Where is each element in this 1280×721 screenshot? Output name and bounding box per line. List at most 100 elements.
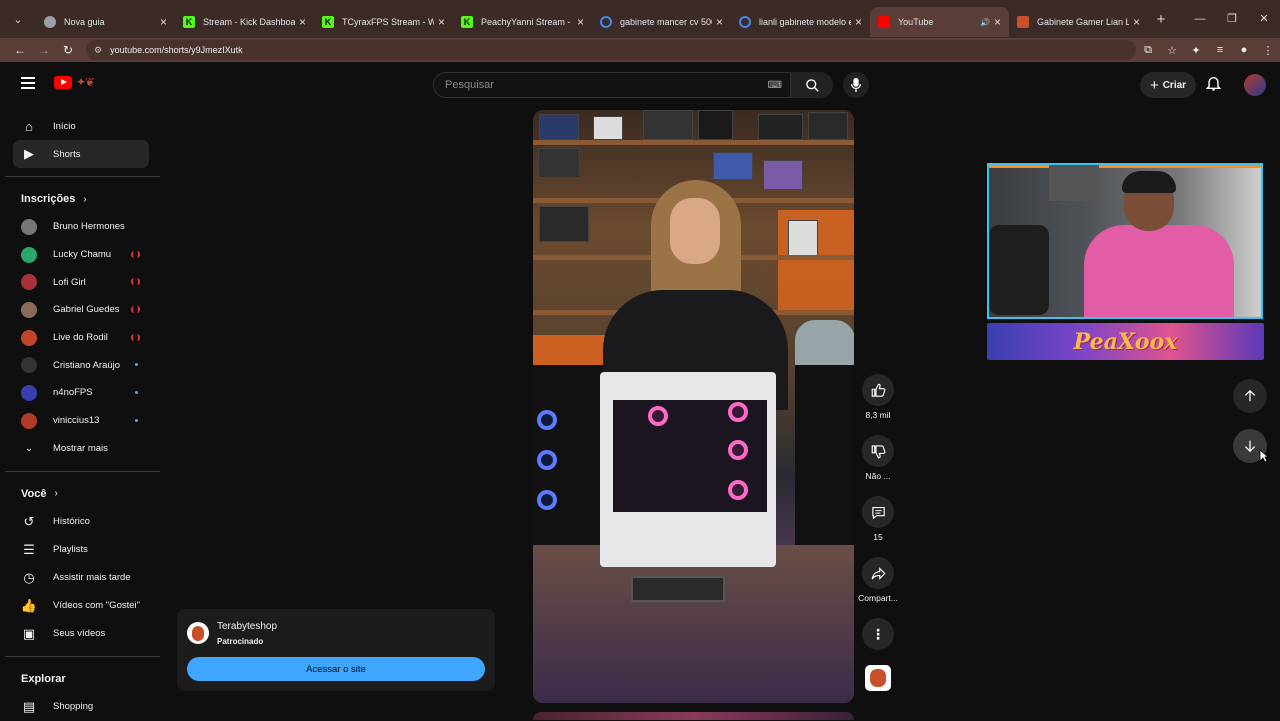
close-tab-icon[interactable]: × [438,15,445,29]
tab-nova-guia[interactable]: Nova guia × [36,7,175,37]
comments-button[interactable] [862,496,894,528]
share-button[interactable] [862,557,894,589]
google-icon [600,16,612,28]
bag-icon: ▤ [22,698,36,714]
sidebar-item-label: Shorts [53,148,81,160]
tab-peachyyanni-stream-wa[interactable]: K PeachyYanni Stream - Wa × [453,7,592,37]
sidebar-item-seus-videos[interactable]: ▣ Seus vídeos [5,620,154,648]
account-avatar[interactable] [1244,74,1266,96]
youtube-logo[interactable] [54,76,72,89]
fan [537,410,557,430]
tab-search-button[interactable]: ⌄ [0,0,36,38]
site-info-icon[interactable]: ⚙ [94,45,102,56]
menu-icon[interactable] [21,77,35,91]
subscription-live-do-rodil[interactable]: Live do Rodil [5,324,160,352]
like-button[interactable] [862,374,894,406]
dislike-action[interactable]: Não ... [856,435,900,481]
tab-gabinete-mancer-cv-500-m[interactable]: gabinete mancer cv 500 m × [592,7,731,37]
more-action[interactable]: ⋮ [856,618,900,650]
close-tab-icon[interactable]: × [299,15,306,29]
profile-icon[interactable]: ● [1232,44,1256,57]
short-video-player[interactable] [533,110,854,703]
subscription-cristiano-araujo[interactable]: Cristiano Araújo [5,351,160,379]
logo-doodle-icon[interactable]: ✦❦ [76,75,95,89]
advertiser-name: Terabyteshop [217,621,278,632]
sidebar-item-assistir-mais-tarde[interactable]: ◷ Assistir mais tarde [5,564,154,592]
fan [537,490,557,510]
voice-search-button[interactable] [843,72,869,98]
tab-stream-kick-dashboard[interactable]: K Stream - Kick Dashboard × [175,7,314,37]
visit-site-button[interactable]: Acessar o site [187,657,485,681]
youtube-icon [878,16,890,28]
like-action[interactable]: 8,3 mil [856,374,900,420]
sidebar-item-shorts[interactable]: ▶ Shorts [13,140,149,168]
subscription-viniccius13[interactable]: viniccius13 [5,407,160,435]
channel-avatar[interactable] [865,665,891,691]
tab-youtube[interactable]: YouTube 🔊 × [870,7,1009,37]
subscription-lucky-chamu[interactable]: Lucky Chamu [5,241,160,269]
url-bar[interactable]: ⚙ youtube.com/shorts/y9JmezIXutk [86,40,1136,60]
install-icon[interactable]: ⧉ [1136,44,1160,57]
sidebar-main-section: ⌂ Início ▶ Shorts [5,112,160,168]
browser-menu-icon[interactable]: ⋮ [1256,44,1280,57]
shelf-box [808,112,848,140]
close-tab-icon[interactable]: × [1133,15,1140,29]
close-tab-icon[interactable]: × [716,15,723,29]
tab-lianli-gabinete-modelo-ev[interactable]: lianli gabinete modelo ev × [731,7,870,37]
fan [537,450,557,470]
url-text: youtube.com/shorts/y9JmezIXutk [110,45,243,55]
next-short-preview[interactable] [533,712,854,720]
notifications-button[interactable] [1205,75,1222,96]
close-tab-icon[interactable]: × [160,15,167,29]
dislike-button[interactable] [862,435,894,467]
subscriptions-heading[interactable]: Inscrições › [5,185,160,213]
close-window-button[interactable]: ✕ [1248,0,1280,38]
new-tab-button[interactable]: + [1148,11,1174,28]
extensions-icon[interactable]: ✦ [1184,44,1208,57]
minimize-button[interactable]: — [1184,0,1216,38]
show-more-button[interactable]: ⌄ Mostrar mais [5,435,154,463]
sponsored-ad-card[interactable]: Terabyteshop Patrocinado Acessar o site [177,609,495,691]
reload-button[interactable]: ↻ [56,43,80,57]
share-action[interactable]: Compart... [856,557,900,603]
speaker-icon[interactable]: 🔊 [980,18,990,27]
sidebar-item-videos-com-gostei[interactable]: 👍 Vídeos com "Gostei" [5,592,154,620]
back-button[interactable]: ← [8,43,32,57]
subscription-gabriel-guedes[interactable]: Gabriel Guedes [5,296,160,324]
tab-gabinete-gamer-lian-li-o[interactable]: Gabinete Gamer Lian Li O × [1009,7,1148,37]
close-tab-icon[interactable]: × [994,15,1001,29]
search-input[interactable]: Pesquisar ⌨ [433,72,791,98]
you-heading[interactable]: Você › [5,480,160,508]
keyboard-icon[interactable]: ⌨ [768,80,782,91]
channel-avatar [21,384,37,401]
new-content-dot [135,391,138,395]
banner-text: PeaXoox [1073,328,1178,355]
thumbs-down-icon [871,444,885,458]
comment-count: 15 [873,532,883,542]
sidebar-item-shopping[interactable]: ▤ Shopping [5,693,154,721]
shelf-box [539,206,589,242]
you-section: ↺ Histórico ☰ Playlists ◷ Assistir mais tarde… [5,508,160,648]
sidebar-item-inicio[interactable]: ⌂ Início [5,112,154,140]
sidebar-item-playlists[interactable]: ☰ Playlists [5,536,154,564]
right-pc-case [795,365,854,565]
create-button[interactable]: + Criar [1140,72,1196,98]
subscription-n4nofps[interactable]: n4noFPS [5,379,160,407]
subscription-lofi-girl[interactable]: Lofi Girl [5,268,160,296]
search-button[interactable] [791,72,833,98]
subscription-bruno-hermones[interactable]: Bruno Hermones [5,213,160,241]
close-tab-icon[interactable]: × [855,15,862,29]
close-tab-icon[interactable]: × [577,15,584,29]
more-options-button[interactable]: ⋮ [862,618,894,650]
sidebar-item-historico[interactable]: ↺ Histórico [5,508,154,536]
subscription-label: Live do Rodil [53,332,108,344]
comments-action[interactable]: 15 [856,496,900,542]
forward-button[interactable]: → [32,43,56,57]
previous-short-button[interactable] [1233,379,1267,413]
media-control-icon[interactable]: ≡ [1208,44,1232,57]
youtube-header: ✦❦ Pesquisar ⌨ + Criar [0,65,1280,105]
restore-button[interactable]: ❐ [1216,0,1248,38]
shelf-box [758,114,803,140]
tab-tcyraxfps-stream-watch[interactable]: K TCyraxFPS Stream - Watch × [314,7,453,37]
bookmark-star-icon[interactable]: ☆ [1160,44,1184,57]
